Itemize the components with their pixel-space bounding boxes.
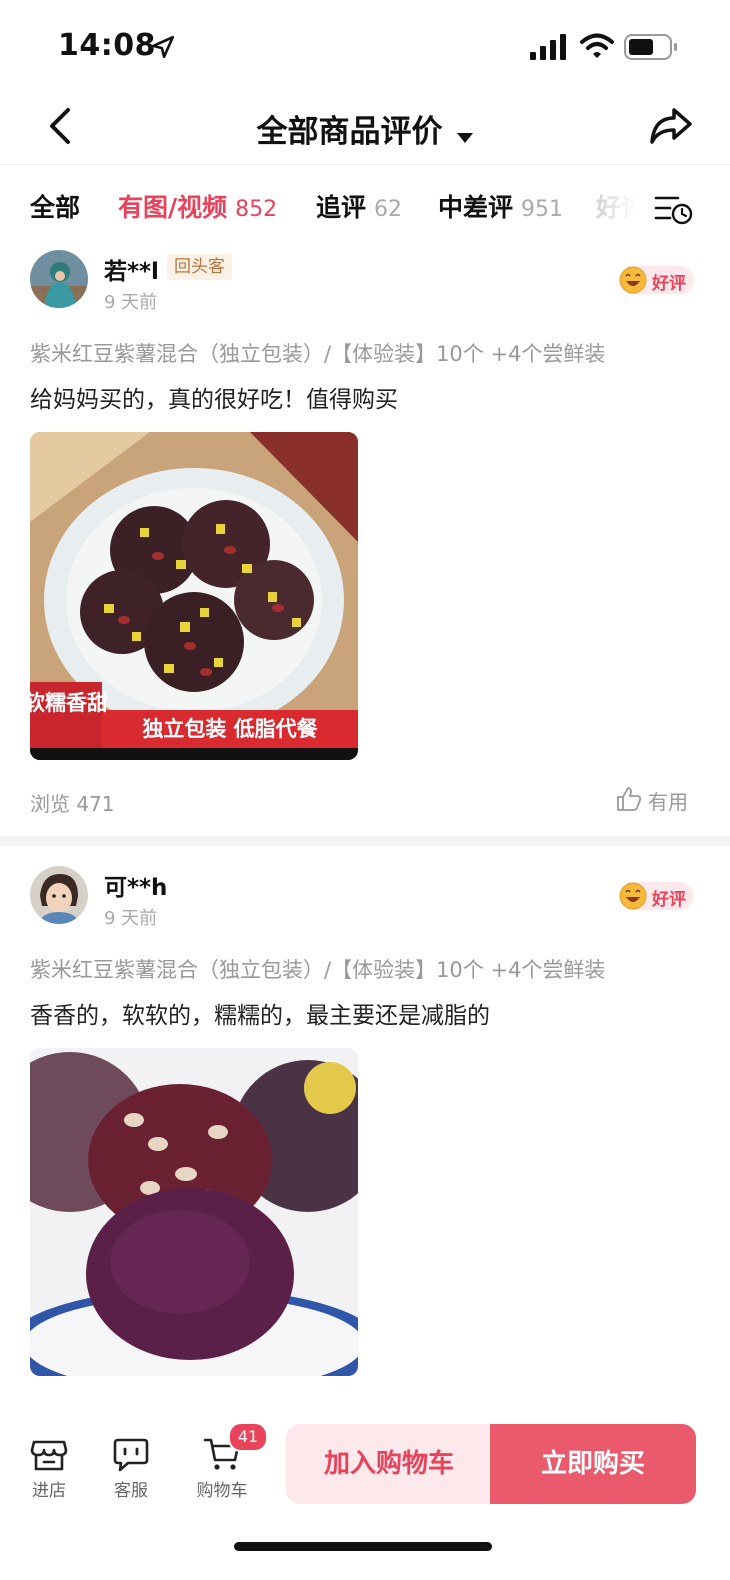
- sort-by-time-icon[interactable]: [652, 192, 694, 226]
- avatar[interactable]: [30, 250, 88, 308]
- thumbs-up-icon: [617, 787, 642, 811]
- status-bar: 14:08: [0, 0, 730, 92]
- tab-with-media[interactable]: 有图/视频 852: [118, 188, 277, 224]
- store-button[interactable]: 进店: [14, 1436, 84, 1501]
- tab-label: 追评: [316, 193, 367, 222]
- rating-label: 好评: [652, 890, 686, 910]
- username: 可**h: [104, 875, 168, 901]
- tab-negative[interactable]: 中差评 951: [438, 188, 563, 224]
- service-label: 客服: [114, 1481, 148, 1501]
- tab-label: 全部: [30, 193, 81, 222]
- page-title-dropdown[interactable]: 全部商品评价: [0, 106, 730, 151]
- smiley-face-icon: [619, 266, 647, 294]
- bottom-action-bar: 进店 客服 41 购物车 加入购物车 立即购买: [0, 1396, 730, 1580]
- nav-bar: 全部商品评价: [0, 92, 730, 165]
- tab-label: 中差评: [438, 193, 514, 222]
- cart-button[interactable]: 41 购物车: [186, 1422, 268, 1501]
- battery-icon: [624, 34, 677, 60]
- status-time: 14:08: [58, 28, 156, 63]
- tab-count: 852: [235, 197, 278, 222]
- helpful-button[interactable]: 有用: [616, 784, 694, 814]
- view-count: 浏览 471: [30, 792, 115, 816]
- username: 若**l: [104, 259, 159, 285]
- review-divider: [0, 836, 730, 846]
- review-photo[interactable]: 软糯香甜 独立包装 低脂代餐: [30, 432, 358, 760]
- review-time: 9 天前: [104, 908, 158, 929]
- chat-icon: [113, 1438, 149, 1472]
- buy-now-button[interactable]: 立即购买: [490, 1424, 696, 1504]
- rice-balls-photo: 软糯香甜 独立包装 低脂代餐: [30, 432, 358, 760]
- review-comment: 给妈妈买的，真的很好吃！值得购买: [30, 387, 398, 413]
- store-label: 进店: [32, 1481, 66, 1501]
- purple-rice-balls-photo: [30, 1048, 358, 1376]
- review-item: 若**l 回头客 9 天前 好评 紫米红豆紫薯混合（独立包装）/【体验装】10个…: [0, 250, 730, 840]
- review-filter-tabs: 全部 有图/视频852 追评62 中差评951 好评: [0, 170, 730, 240]
- smiley-face-icon: [619, 882, 647, 910]
- photo-side-text: 软糯香甜: [30, 691, 108, 715]
- cart-label: 购物车: [196, 1481, 248, 1501]
- tab-all[interactable]: 全部: [30, 188, 80, 224]
- tab-count: 951: [521, 197, 564, 222]
- review-comment: 香香的，软软的，糯糯的，最主要还是减脂的: [30, 1003, 490, 1029]
- photo-banner-text: 独立包装 低脂代餐: [142, 717, 318, 741]
- product-variant: 紫米红豆紫薯混合（独立包装）/【体验装】10个 +4个尝鲜装: [30, 342, 606, 366]
- wifi-icon: [580, 33, 614, 58]
- rating-badge: 好评: [619, 882, 694, 910]
- review-time: 9 天前: [104, 292, 158, 313]
- add-to-cart-button[interactable]: 加入购物车: [286, 1424, 492, 1504]
- store-icon: [30, 1440, 68, 1471]
- home-indicator: [234, 1542, 492, 1551]
- rating-label: 好评: [652, 274, 686, 294]
- location-arrow-icon: [151, 35, 175, 59]
- rating-badge: 好评: [619, 266, 694, 294]
- caret-down-icon: [456, 132, 473, 143]
- page-title: 全部商品评价: [256, 114, 443, 150]
- cart-count-badge: 41: [228, 1422, 268, 1452]
- tab-fade-overlay: [590, 170, 650, 240]
- tab-count: 62: [374, 197, 403, 222]
- avatar[interactable]: [30, 866, 88, 924]
- product-variant: 紫米红豆紫薯混合（独立包装）/【体验装】10个 +4个尝鲜装: [30, 958, 606, 982]
- helpful-label: 有用: [648, 790, 688, 814]
- repeat-customer-badge: 回头客: [167, 254, 232, 280]
- share-icon[interactable]: [648, 102, 694, 148]
- review-item: 可**h 9 天前 好评 紫米红豆紫薯混合（独立包装）/【体验装】10个 +4个…: [0, 866, 730, 1396]
- cellular-signal-icon: [530, 34, 566, 60]
- review-photo[interactable]: [30, 1048, 358, 1376]
- tab-label: 有图/视频: [118, 193, 228, 222]
- tab-follow-up[interactable]: 追评 62: [316, 188, 402, 224]
- customer-service-button[interactable]: 客服: [96, 1436, 166, 1501]
